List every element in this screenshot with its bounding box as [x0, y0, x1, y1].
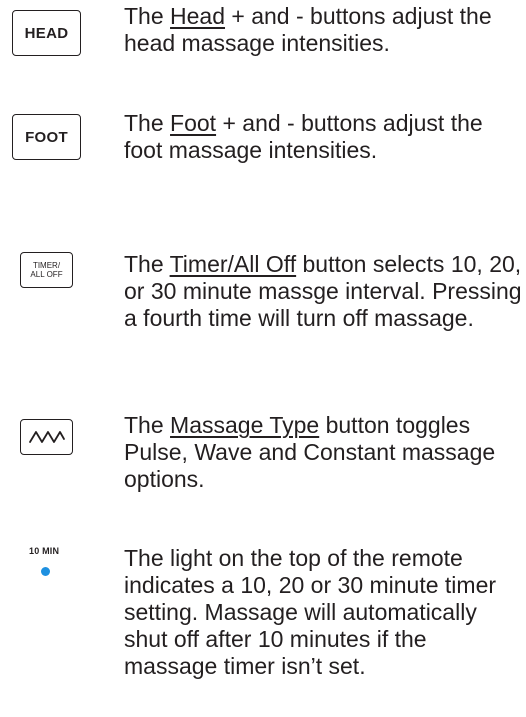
timer-term: Timer/All Off — [169, 251, 297, 277]
timer-light-label: 10 MIN — [29, 546, 60, 556]
wave-icon — [28, 431, 65, 443]
head-button: HEAD — [12, 10, 81, 56]
massage-type-term: Massage Type — [170, 412, 320, 438]
foot-term: Foot — [170, 110, 217, 136]
timer-description: The Timer/All Off button selects 10, 20,… — [124, 251, 522, 331]
foot-button: FOOT — [12, 114, 81, 160]
massage-type-description: The Massage Type button toggles Pulse, W… — [124, 412, 496, 492]
head-description: The Head + and - buttons adjust the head… — [124, 3, 492, 56]
timer-button-label-line1: TIMER/ — [32, 261, 61, 270]
timer-button-label-line2: ALL OFF — [30, 270, 63, 279]
foot-description: The Foot + and - buttons adjust the foot… — [124, 110, 483, 163]
head-button-label: HEAD — [24, 24, 69, 42]
timer-light-description: The light on the top of the remote indic… — [124, 545, 497, 679]
timer-light-dot — [41, 567, 50, 576]
massage-type-button — [20, 419, 73, 455]
foot-button-label: FOOT — [25, 128, 68, 146]
head-term: Head — [170, 3, 226, 29]
timer-all-off-button: TIMER/ ALL OFF — [20, 252, 73, 288]
